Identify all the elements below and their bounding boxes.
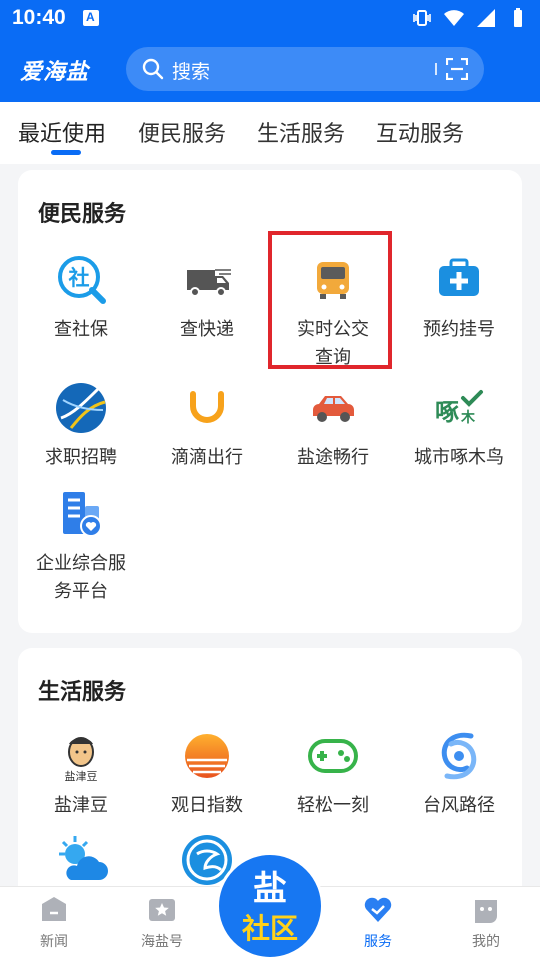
nav-label: 海盐号 bbox=[141, 934, 183, 950]
service-yanjindou[interactable]: 盐津豆 盐津豆 bbox=[18, 728, 144, 818]
highlight-box bbox=[268, 231, 392, 369]
svg-text:社: 社 bbox=[68, 266, 90, 290]
tab-life[interactable]: 生活服务 bbox=[257, 116, 345, 148]
service-appointment[interactable]: 预约挂号 bbox=[396, 252, 522, 342]
search-divider bbox=[435, 63, 437, 75]
search-placeholder: 搜索 bbox=[172, 61, 211, 83]
center-button-bottom-text: 社区 bbox=[241, 912, 298, 945]
community-center-button[interactable]: 盐 社区 bbox=[216, 852, 324, 960]
service-label: 求职招聘 bbox=[45, 447, 117, 468]
section-title: 便民服务 bbox=[38, 202, 127, 227]
category-tabs: 最近使用 便民服务 生活服务 互动服务 bbox=[0, 102, 540, 164]
service-delivery[interactable]: 查快递 bbox=[144, 252, 270, 342]
service-enterprise[interactable]: 企业综合服务平台 bbox=[18, 486, 144, 606]
service-label: 观日指数 bbox=[171, 795, 243, 816]
didi-icon bbox=[190, 391, 224, 423]
medical-kit-icon bbox=[439, 258, 479, 296]
notification-a-icon bbox=[83, 10, 99, 26]
nav-news[interactable]: 新闻 bbox=[14, 895, 94, 951]
signal-icon bbox=[477, 9, 495, 27]
vibrate-icon bbox=[413, 10, 431, 26]
job-globe-icon bbox=[56, 383, 106, 433]
service-label: 盐途畅行 bbox=[297, 447, 369, 468]
status-time: 10:40 bbox=[12, 6, 66, 29]
service-label: 查社保 bbox=[54, 319, 108, 340]
app-logo[interactable]: 爱海盐 bbox=[20, 54, 89, 86]
service-label: 滴滴出行 bbox=[171, 447, 243, 468]
service-typhoon[interactable]: 台风路径 bbox=[396, 728, 522, 818]
nav-label: 我的 bbox=[472, 934, 500, 950]
service-social-security[interactable]: 社 查社保 bbox=[18, 252, 144, 342]
service-label: 查快递 bbox=[180, 319, 234, 340]
heart-icon bbox=[364, 897, 392, 922]
service-jobs[interactable]: 求职招聘 bbox=[18, 380, 144, 470]
scan-icon[interactable] bbox=[446, 58, 468, 80]
car-icon bbox=[313, 396, 354, 422]
svg-text:啄: 啄 bbox=[435, 398, 459, 426]
tab-convenience[interactable]: 便民服务 bbox=[138, 116, 226, 148]
wifi-icon bbox=[444, 10, 464, 26]
section-title: 生活服务 bbox=[38, 680, 127, 705]
service-weather[interactable] bbox=[18, 832, 144, 892]
sunrise-icon bbox=[185, 734, 229, 778]
app-header: 爱海盐 搜索 bbox=[0, 36, 540, 102]
service-didi[interactable]: 滴滴出行 bbox=[144, 380, 270, 470]
tab-recent[interactable]: 最近使用 bbox=[18, 116, 106, 148]
status-bar: 10:40 bbox=[0, 0, 540, 36]
service-label: 台风路径 bbox=[423, 795, 495, 816]
profile-icon bbox=[475, 900, 497, 923]
gamepad-icon bbox=[308, 739, 358, 773]
battery-icon bbox=[514, 8, 522, 27]
nav-label: 服务 bbox=[364, 934, 392, 950]
yanjindou-mascot-icon: 盐津豆 bbox=[65, 737, 98, 783]
svg-text:盐津豆: 盐津豆 bbox=[65, 770, 98, 783]
service-label: 企业综合服务平台 bbox=[36, 553, 126, 602]
service-sunrise-index[interactable]: 观日指数 bbox=[144, 728, 270, 818]
service-relax[interactable]: 轻松一刻 bbox=[270, 728, 396, 818]
center-button-top-text: 盐 bbox=[253, 869, 287, 909]
star-icon bbox=[149, 899, 175, 921]
enterprise-building-icon bbox=[63, 492, 102, 537]
social-security-icon: 社 bbox=[58, 256, 106, 304]
service-label: 预约挂号 bbox=[423, 319, 495, 340]
typhoon-icon bbox=[441, 732, 477, 780]
delivery-truck-icon bbox=[187, 269, 231, 297]
service-label: 盐津豆 bbox=[54, 795, 108, 816]
nav-label: 新闻 bbox=[40, 934, 68, 950]
search-icon bbox=[142, 58, 164, 80]
service-label: 轻松一刻 bbox=[297, 795, 369, 816]
nav-mine[interactable]: 我的 bbox=[446, 895, 526, 951]
nav-haiyanhao[interactable]: 海盐号 bbox=[122, 895, 202, 951]
search-bar[interactable]: 搜索 bbox=[126, 47, 484, 91]
news-icon bbox=[42, 897, 66, 921]
service-yantu[interactable]: 盐途畅行 bbox=[270, 380, 396, 470]
system-icons bbox=[412, 8, 528, 28]
service-woodpecker[interactable]: 啄木 城市啄木鸟 bbox=[396, 380, 522, 470]
weather-icon bbox=[59, 836, 108, 880]
nav-services[interactable]: 服务 bbox=[338, 895, 418, 951]
tab-interactive[interactable]: 互动服务 bbox=[376, 116, 464, 148]
svg-text:木: 木 bbox=[460, 409, 476, 426]
active-tab-indicator bbox=[51, 150, 81, 155]
service-label: 城市啄木鸟 bbox=[414, 447, 504, 468]
woodpecker-icon: 啄木 bbox=[435, 390, 483, 426]
